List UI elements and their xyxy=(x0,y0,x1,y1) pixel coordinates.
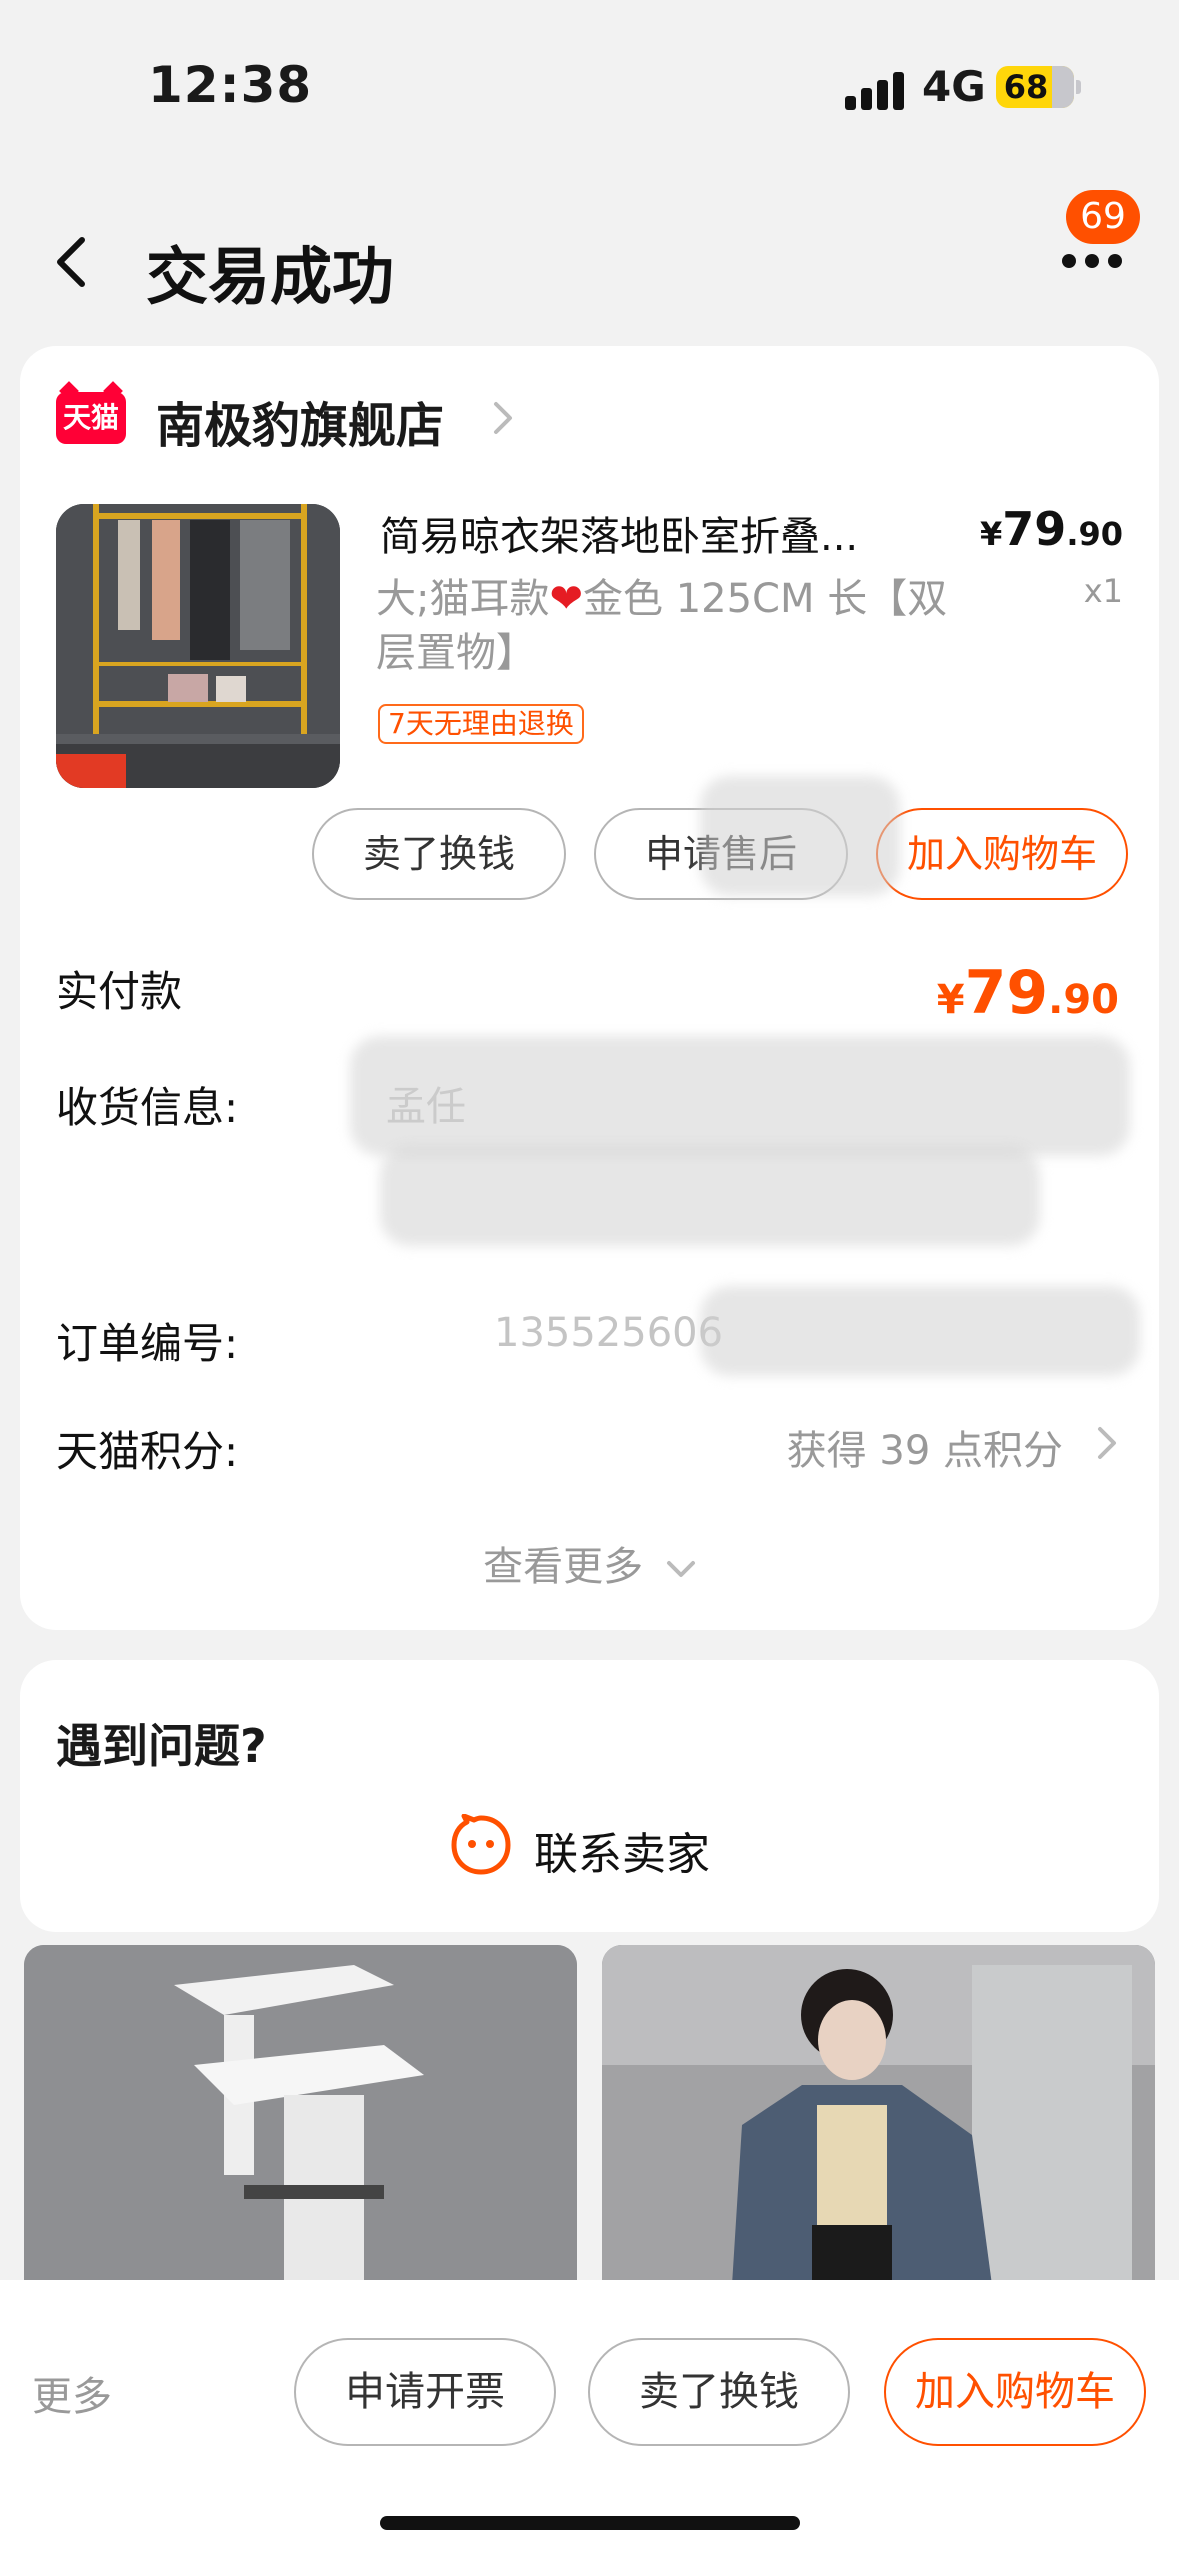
return-policy-tag: 7天无理由退换 xyxy=(378,704,584,744)
tmall-logo: 天猫 xyxy=(56,392,126,444)
product-image[interactable] xyxy=(56,504,340,788)
item-price-int: 79 xyxy=(1002,502,1067,556)
sell-button-bottom[interactable]: 卖了换钱 xyxy=(588,2338,850,2446)
paid-dec: .90 xyxy=(1048,977,1119,1023)
redaction xyxy=(350,1036,1130,1156)
nav-header: 交易成功 69 xyxy=(0,190,1179,330)
item-price: ¥79.90 xyxy=(980,502,1123,556)
redaction xyxy=(380,1146,1040,1246)
paid-symbol: ¥ xyxy=(936,977,965,1023)
sell-button[interactable]: 卖了换钱 xyxy=(312,808,566,900)
chevron-right-icon[interactable] xyxy=(490,398,516,438)
bottom-action-bar: 更多 申请开票 卖了换钱 加入购物车 xyxy=(0,2280,1179,2556)
seller-chat-icon xyxy=(451,1814,511,1875)
shop-name[interactable]: 南极豹旗舰店 xyxy=(156,386,444,456)
status-time: 12:38 xyxy=(148,56,313,114)
shipping-label: 收货信息: xyxy=(56,1083,239,1132)
order-no-label: 订单编号: xyxy=(56,1319,239,1368)
paid-int: 79 xyxy=(964,958,1049,1028)
product-spec: 大;猫耳款❤金色 125CM 长【双层置物】 xyxy=(376,572,976,680)
more-icon[interactable] xyxy=(1062,254,1122,274)
paid-label: 实付款 xyxy=(56,967,183,1016)
contact-seller-label: 联系卖家 xyxy=(534,1829,710,1880)
item-price-symbol: ¥ xyxy=(980,515,1003,553)
points-label: 天猫积分: xyxy=(56,1427,239,1476)
problem-title: 遇到问题? xyxy=(56,1719,267,1773)
redaction xyxy=(700,776,900,896)
back-icon[interactable] xyxy=(52,236,92,288)
message-badge: 69 xyxy=(1066,190,1140,244)
home-indicator[interactable] xyxy=(380,2516,800,2530)
battery-icon: 68 xyxy=(996,66,1074,108)
recommendation-card[interactable] xyxy=(602,1945,1155,2285)
points-value[interactable]: 获得 39 点积分 xyxy=(787,1418,1063,1476)
battery-level: 68 xyxy=(1003,68,1049,106)
see-more-label: 查看更多 xyxy=(483,1544,644,1590)
signal-icon xyxy=(845,70,905,110)
network-label: 4G xyxy=(922,62,986,111)
recommendation-card[interactable] xyxy=(24,1945,577,2285)
invoice-button[interactable]: 申请开票 xyxy=(294,2338,556,2446)
problem-card: 遇到问题? 联系卖家 xyxy=(20,1660,1159,1932)
item-quantity: x1 xyxy=(1083,572,1123,610)
item-price-dec: .90 xyxy=(1066,515,1123,553)
add-to-cart-button[interactable]: 加入购物车 xyxy=(876,808,1128,900)
status-bar: 12:38 4G 68 xyxy=(0,0,1179,160)
see-more-toggle[interactable]: 查看更多 xyxy=(20,1534,1159,1592)
add-to-cart-button-bottom[interactable]: 加入购物车 xyxy=(884,2338,1146,2446)
chevron-down-icon xyxy=(666,1561,695,1577)
order-no-value[interactable]: 135525606 xyxy=(494,1310,723,1356)
product-spec-prefix: 大;猫耳款 xyxy=(376,576,550,622)
redaction xyxy=(700,1286,1140,1376)
product-title[interactable]: 简易晾衣架落地卧室折叠... xyxy=(380,504,940,562)
more-link[interactable]: 更多 xyxy=(32,2364,112,2422)
order-card: 天猫 南极豹旗舰店 简易晾衣架落地卧室折叠... 大;猫耳款❤金色 125CM … xyxy=(20,346,1159,1630)
chevron-right-icon[interactable] xyxy=(1095,1424,1119,1462)
page-title: 交易成功 xyxy=(146,240,395,313)
heart-icon: ❤ xyxy=(549,576,583,622)
paid-amount: ¥79.90 xyxy=(937,958,1119,1028)
